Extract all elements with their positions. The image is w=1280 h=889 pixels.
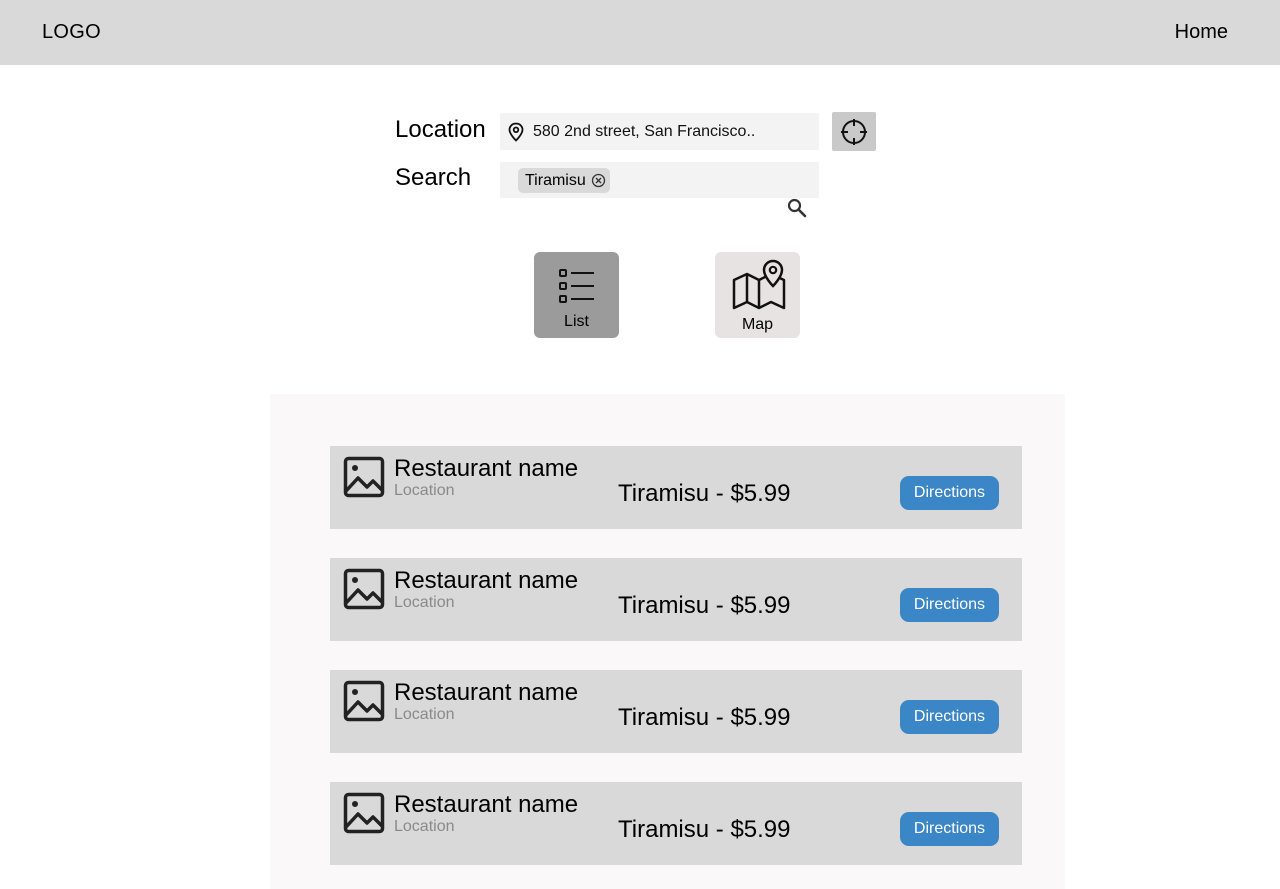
remove-tag-icon[interactable] [591,173,606,188]
directions-button[interactable]: Directions [900,476,999,510]
search-button[interactable] [786,197,808,224]
map-pin-icon [508,122,524,142]
restaurant-name: Restaurant name [394,455,579,482]
menu-item-price: Tiramisu - $5.99 [618,592,791,619]
restaurant-name: Restaurant name [394,567,579,594]
search-label: Search [395,164,472,191]
use-current-location-button[interactable] [832,112,876,151]
map-view-button[interactable]: Map [715,252,800,338]
image-placeholder-icon [343,456,385,498]
top-navbar: LOGO Home [0,0,1280,65]
restaurant-name: Restaurant name [394,791,579,818]
search-input[interactable]: Tiramisu [500,162,819,198]
result-card[interactable]: Restaurant name Location Tiramisu - $5.9… [330,782,1022,865]
restaurant-location: Location [394,594,455,611]
menu-item-price: Tiramisu - $5.99 [618,704,791,731]
image-placeholder-icon [343,568,385,610]
image-placeholder-icon [343,680,385,722]
result-card[interactable]: Restaurant name Location Tiramisu - $5.9… [330,670,1022,753]
location-value: 580 2nd street, San Francisco.. [533,122,756,140]
restaurant-location: Location [394,482,455,499]
restaurant-name: Restaurant name [394,679,579,706]
search-tag-label: Tiramisu [525,171,586,189]
results-panel: Restaurant name Location Tiramisu - $5.9… [270,394,1065,889]
result-card[interactable]: Restaurant name Location Tiramisu - $5.9… [330,558,1022,641]
menu-item-price: Tiramisu - $5.99 [618,480,791,507]
list-icon [559,269,594,303]
menu-item-price: Tiramisu - $5.99 [618,816,791,843]
directions-button[interactable]: Directions [900,700,999,734]
image-placeholder-icon [343,792,385,834]
result-card[interactable]: Restaurant name Location Tiramisu - $5.9… [330,446,1022,529]
location-label: Location [395,116,486,143]
restaurant-location: Location [394,706,455,723]
map-icon [732,259,786,310]
crosshair-icon [841,118,867,145]
home-nav-link[interactable]: Home [1175,21,1228,44]
list-view-label: List [564,313,589,330]
restaurant-location: Location [394,818,455,835]
logo: LOGO [42,21,101,43]
directions-button[interactable]: Directions [900,812,999,846]
map-view-label: Map [741,316,774,333]
directions-button[interactable]: Directions [900,588,999,622]
magnifier-icon [787,198,807,218]
search-tag-chip: Tiramisu [518,168,610,193]
list-view-button[interactable]: List [534,252,619,338]
location-input[interactable]: 580 2nd street, San Francisco.. [500,113,819,150]
